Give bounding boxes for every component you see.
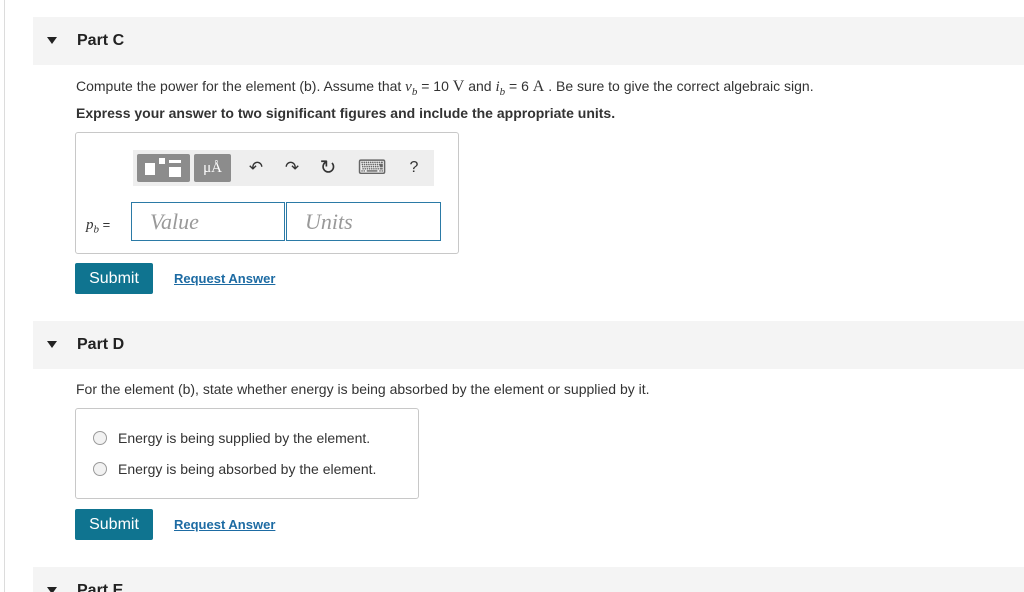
redo-icon[interactable]: ↷ — [275, 154, 309, 182]
part-d-request-answer-link[interactable]: Request Answer — [174, 517, 275, 532]
choice-option[interactable]: Energy is being supplied by the element. — [93, 430, 370, 446]
part-d-title: Part D — [77, 336, 125, 353]
template-icon-part — [169, 167, 181, 177]
radio-button[interactable] — [93, 431, 107, 445]
collapse-caret-icon[interactable] — [47, 37, 57, 44]
left-border — [4, 0, 5, 592]
help-button[interactable]: ? — [397, 154, 431, 182]
collapse-caret-icon[interactable] — [47, 341, 57, 348]
value-input[interactable]: Value — [131, 202, 285, 241]
units-input[interactable]: Units — [286, 202, 441, 241]
answer-input-box: μÅ ↶ ↷ ↻ ⌨ ? pb = Value Units — [75, 132, 459, 254]
keyboard-icon[interactable]: ⌨ — [355, 154, 389, 182]
template-icon-part — [169, 160, 181, 163]
part-c-prompt: Compute the power for the element (b). A… — [76, 78, 814, 98]
templates-button[interactable] — [137, 154, 190, 182]
answer-variable-label: pb = — [86, 217, 111, 236]
part-d-submit-button[interactable]: Submit — [75, 509, 153, 540]
part-c-request-answer-link[interactable]: Request Answer — [174, 271, 275, 286]
part-c-header[interactable]: Part C — [33, 17, 1024, 65]
radio-button[interactable] — [93, 462, 107, 476]
template-icon — [145, 163, 155, 175]
units-button[interactable]: μÅ — [194, 154, 231, 182]
part-c-submit-button[interactable]: Submit — [75, 263, 153, 294]
choice-list: Energy is being supplied by the element.… — [75, 408, 419, 499]
part-c-instructions: Express your answer to two significant f… — [76, 105, 616, 121]
part-d-prompt: For the element (b), state whether energ… — [76, 381, 650, 397]
part-e-title: Part E — [77, 582, 124, 592]
part-e-header[interactable]: Part E — [33, 567, 1024, 592]
choice-option[interactable]: Energy is being absorbed by the element. — [93, 461, 376, 477]
math-toolbar: μÅ ↶ ↷ ↻ ⌨ ? — [133, 150, 434, 186]
part-d-header[interactable]: Part D — [33, 321, 1024, 369]
undo-icon[interactable]: ↶ — [239, 154, 273, 182]
collapse-caret-icon[interactable] — [47, 587, 57, 592]
reset-icon[interactable]: ↻ — [311, 154, 345, 182]
template-icon-part — [159, 158, 165, 164]
part-c-title: Part C — [77, 32, 125, 49]
